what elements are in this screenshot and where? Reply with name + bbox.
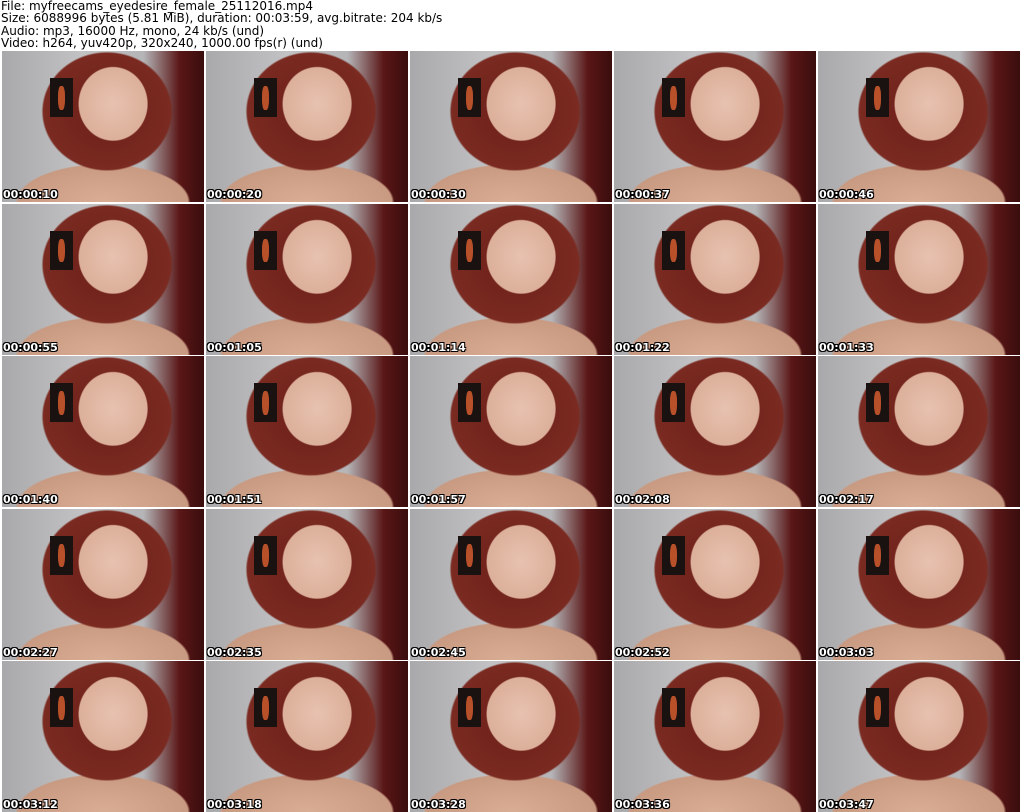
wall-poster [50, 688, 73, 728]
wall-poster [50, 535, 73, 575]
frame-timestamp: 00:01:40 [3, 493, 58, 506]
wall-poster [254, 78, 277, 118]
frame-timestamp: 00:01:57 [411, 493, 466, 506]
frame-timestamp: 00:00:37 [615, 188, 670, 201]
video-frame-thumbnail: 00:02:35 [206, 508, 408, 660]
video-frame-thumbnail: 00:02:08 [614, 356, 816, 507]
frame-timestamp: 00:03:12 [3, 798, 58, 811]
frame-timestamp: 00:00:30 [411, 188, 466, 201]
frame-timestamp: 00:00:55 [3, 340, 58, 354]
frame-timestamp: 00:01:51 [207, 493, 262, 506]
video-frame-thumbnail: 00:01:40 [2, 356, 204, 507]
wall-poster [254, 688, 277, 728]
wall-poster [458, 688, 481, 728]
video-frame-thumbnail: 00:00:37 [614, 51, 816, 202]
frame-timestamp: 00:01:14 [411, 340, 466, 354]
wall-poster [254, 535, 277, 575]
frame-timestamp: 00:03:18 [207, 798, 262, 811]
wall-poster [662, 230, 685, 270]
file-info-header: File: myfreecams_eyedesire_female_251120… [1, 0, 442, 49]
frame-timestamp: 00:03:36 [615, 798, 670, 811]
video-frame-thumbnail: 00:03:36 [614, 661, 816, 812]
video-frame-thumbnail: 00:00:30 [410, 51, 612, 202]
wall-poster [662, 383, 685, 423]
wall-poster [662, 535, 685, 575]
video-frame-thumbnail: 00:00:55 [2, 203, 204, 355]
wall-poster [50, 230, 73, 270]
frame-timestamp: 00:01:05 [207, 340, 262, 354]
wall-poster [866, 383, 889, 423]
wall-poster [254, 230, 277, 270]
wall-poster [866, 78, 889, 118]
video-frame-thumbnail: 00:00:46 [818, 51, 1020, 202]
video-info: Video: h264, yuv420p, 320x240, 1000.00 f… [1, 35, 323, 50]
video-frame-thumbnail: 00:02:52 [614, 508, 816, 660]
frame-timestamp: 00:01:33 [819, 340, 874, 354]
video-frame-thumbnail: 00:02:45 [410, 508, 612, 660]
frame-timestamp: 00:02:17 [819, 493, 874, 506]
video-frame-thumbnail: 00:01:22 [614, 203, 816, 355]
video-frame-thumbnail: 00:00:20 [206, 51, 408, 202]
video-frame-thumbnail: 00:03:12 [2, 661, 204, 812]
wall-poster [662, 78, 685, 118]
frame-timestamp: 00:03:47 [819, 798, 874, 811]
wall-poster [458, 230, 481, 270]
video-frame-thumbnail: 00:03:03 [818, 508, 1020, 660]
wall-poster [458, 78, 481, 118]
video-frame-thumbnail: 00:01:51 [206, 356, 408, 507]
video-frame-thumbnail: 00:01:57 [410, 356, 612, 507]
thumbnail-grid: 00:00:10 00:00:20 00:00:30 00:00:37 00:00:46… [2, 51, 1020, 812]
frame-timestamp: 00:02:52 [615, 645, 670, 659]
wall-poster [662, 688, 685, 728]
video-frame-thumbnail: 00:03:28 [410, 661, 612, 812]
wall-poster [866, 535, 889, 575]
frame-timestamp: 00:01:22 [615, 340, 670, 354]
wall-poster [458, 383, 481, 423]
wall-poster [866, 230, 889, 270]
video-frame-thumbnail: 00:03:47 [818, 661, 1020, 812]
frame-timestamp: 00:00:20 [207, 188, 262, 201]
frame-timestamp: 00:02:35 [207, 645, 262, 659]
frame-timestamp: 00:02:27 [3, 645, 58, 659]
wall-poster [458, 535, 481, 575]
video-frame-thumbnail: 00:02:17 [818, 356, 1020, 507]
wall-poster [254, 383, 277, 423]
frame-timestamp: 00:00:10 [3, 188, 58, 201]
file-size: Size: 6088996 bytes (5.81 MiB), duration… [1, 11, 443, 26]
frame-timestamp: 00:02:08 [615, 493, 670, 506]
video-frame-thumbnail: 00:00:10 [2, 51, 204, 202]
frame-timestamp: 00:03:03 [819, 645, 874, 659]
video-frame-thumbnail: 00:02:27 [2, 508, 204, 660]
video-frame-thumbnail: 00:01:14 [410, 203, 612, 355]
frame-timestamp: 00:00:46 [819, 188, 874, 201]
wall-poster [50, 78, 73, 118]
video-frame-thumbnail: 00:01:33 [818, 203, 1020, 355]
frame-timestamp: 00:02:45 [411, 645, 466, 659]
frame-timestamp: 00:03:28 [411, 798, 466, 811]
video-frame-thumbnail: 00:03:18 [206, 661, 408, 812]
video-frame-thumbnail: 00:01:05 [206, 203, 408, 355]
wall-poster [866, 688, 889, 728]
wall-poster [50, 383, 73, 423]
